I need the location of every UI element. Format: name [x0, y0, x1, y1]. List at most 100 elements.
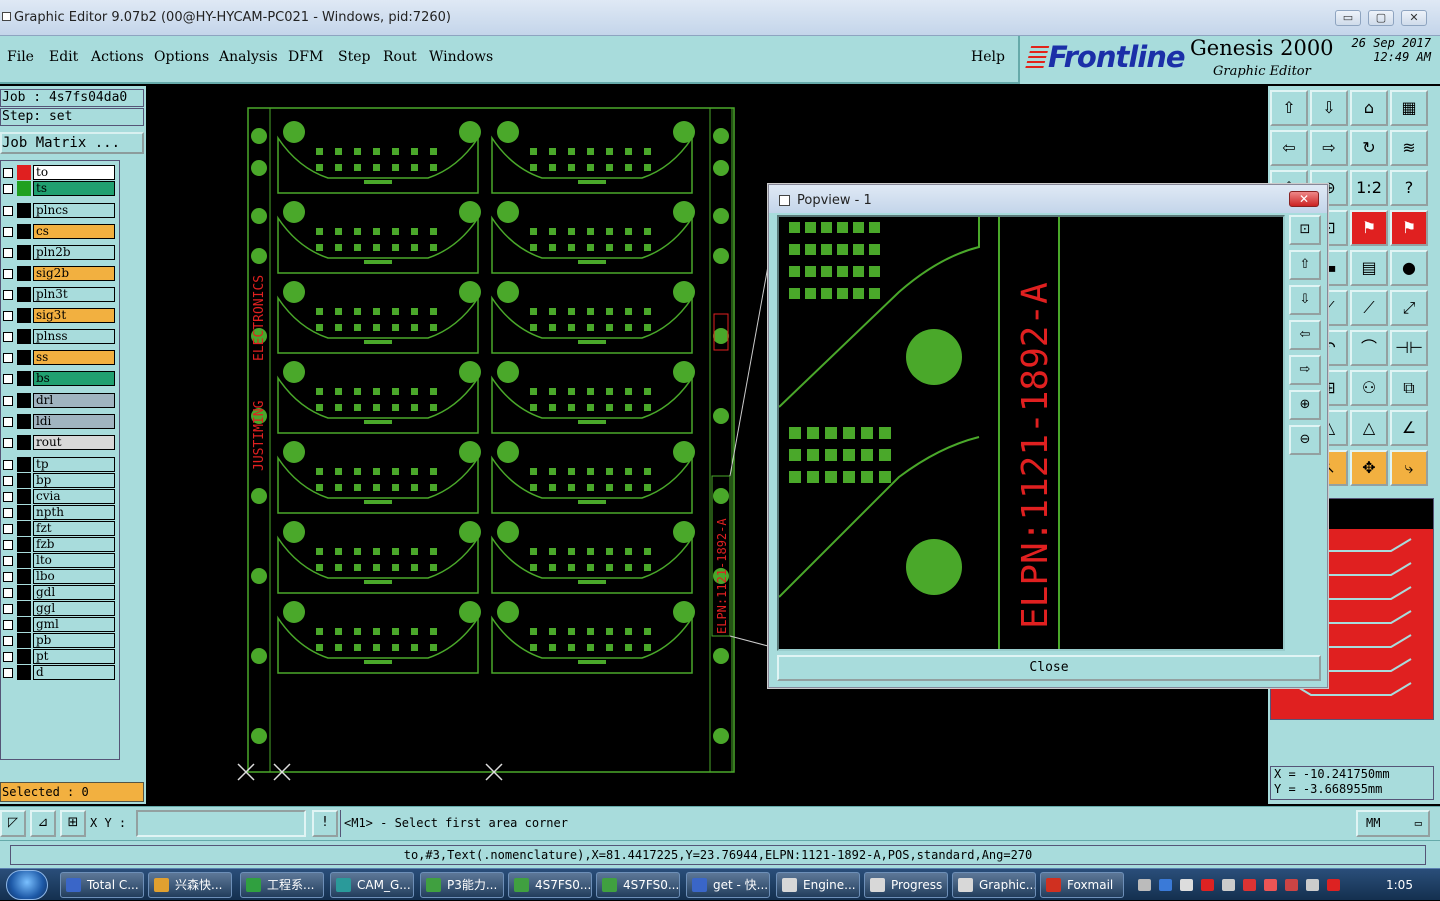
layer-checkbox[interactable] [3, 184, 13, 194]
layer-checkbox[interactable] [3, 438, 13, 448]
taskbar-item[interactable]: CAM_G... [330, 872, 414, 898]
layer-checkbox[interactable] [3, 269, 13, 279]
minimize-button[interactable]: ▭ [1335, 10, 1361, 26]
layer-row[interactable]: bs [1, 371, 119, 386]
layer-name[interactable]: ldi [33, 414, 115, 429]
layer-row[interactable]: tp [1, 457, 119, 472]
taskbar-item[interactable]: Total C... [60, 872, 144, 898]
layer-name[interactable]: gdl [33, 585, 115, 600]
layer-row[interactable]: plnss [1, 329, 119, 344]
layer-name[interactable]: pln2b [33, 245, 115, 260]
line-arrow-icon[interactable]: ⤢ [1390, 290, 1428, 326]
layer-name[interactable]: gml [33, 617, 115, 632]
grid-snap-icon[interactable]: ⊞ [60, 810, 86, 837]
taskbar-item[interactable]: Engine... [776, 872, 860, 898]
measure-blue-icon[interactable]: ⚑ [1390, 210, 1428, 246]
layer-checkbox[interactable] [3, 417, 13, 427]
pan-up-icon[interactable]: ⇧ [1270, 90, 1308, 126]
zoom-fit-icon[interactable]: ⊡ [1289, 215, 1321, 245]
layer-row[interactable]: pt [1, 649, 119, 664]
layer-name[interactable]: pb [33, 633, 115, 648]
layer-checkbox[interactable] [3, 460, 13, 470]
network-icon[interactable] [1180, 879, 1193, 891]
pan-right-icon[interactable]: ⇨ [1289, 355, 1321, 385]
layer-checkbox[interactable] [3, 168, 13, 178]
layer-checkbox[interactable] [3, 540, 13, 550]
layer-name[interactable]: tp [33, 457, 115, 472]
triangle-measure-icon[interactable]: △ [1350, 410, 1388, 446]
volume-icon[interactable] [1201, 879, 1214, 891]
menu-file[interactable]: File [7, 49, 34, 65]
close-button[interactable]: ✕ [1401, 10, 1427, 26]
antivirus-icon[interactable] [1243, 879, 1256, 891]
menu-analysis[interactable]: Analysis [219, 49, 278, 65]
taskbar-item[interactable]: 4S7FS0... [596, 872, 680, 898]
layer-row[interactable]: pln2b [1, 245, 119, 260]
speaker-icon[interactable] [1222, 879, 1235, 891]
layer-row[interactable]: bp [1, 473, 119, 488]
start-button[interactable] [6, 870, 48, 900]
layer-row[interactable]: ss [1, 350, 119, 365]
layer-name[interactable]: to [33, 165, 115, 180]
layer-name[interactable]: drl [33, 393, 115, 408]
measure-red-icon[interactable]: ⚑ [1350, 210, 1388, 246]
layer-row[interactable]: pln3t [1, 287, 119, 302]
pan-up-icon[interactable]: ⇧ [1289, 250, 1321, 280]
route-icon[interactable]: ⤷ [1390, 450, 1428, 486]
snap-icon[interactable]: ≋ [1390, 130, 1428, 166]
layer-checkbox[interactable] [3, 604, 13, 614]
layer-checkbox[interactable] [3, 492, 13, 502]
measure-icon[interactable]: ⚇ [1350, 370, 1388, 406]
home-icon[interactable]: ⌂ [1350, 90, 1388, 126]
measure-icon[interactable]: ⊿ [30, 810, 56, 837]
layer-name[interactable]: cvia [33, 489, 115, 504]
flag-icon[interactable] [1264, 879, 1277, 891]
update-icon[interactable] [1285, 879, 1298, 891]
popview-close-x-button[interactable]: ✕ [1289, 191, 1319, 207]
pan-down-icon[interactable]: ⇩ [1289, 285, 1321, 315]
layer-name[interactable]: ss [33, 350, 115, 365]
layer-checkbox[interactable] [3, 620, 13, 630]
layer-checkbox[interactable] [3, 311, 13, 321]
menu-help[interactable]: Help [971, 49, 1005, 65]
line-endpoint-icon[interactable]: ⟋ [1350, 290, 1388, 326]
taskbar-item[interactable]: Foxmail [1040, 872, 1124, 898]
layer-name[interactable]: bs [33, 371, 115, 386]
taskbar-item[interactable]: P3能力... [420, 872, 504, 898]
layer-row[interactable]: gdl [1, 585, 119, 600]
layer-row[interactable]: npth [1, 505, 119, 520]
taskbar-item[interactable]: 工程系... [240, 872, 324, 898]
pad-icon[interactable]: ● [1390, 250, 1428, 286]
layer-name[interactable]: lto [33, 553, 115, 568]
layer-checkbox[interactable] [3, 668, 13, 678]
layer-row[interactable]: to [1, 165, 119, 180]
layer-name[interactable]: bp [33, 473, 115, 488]
layer-row[interactable]: drl [1, 393, 119, 408]
layer-row[interactable]: pb [1, 633, 119, 648]
pan-left-icon[interactable]: ⇦ [1289, 320, 1321, 350]
layer-row[interactable]: ts [1, 181, 119, 196]
split-view-icon[interactable]: ▦ [1390, 90, 1428, 126]
flip-icon[interactable]: ⊣⊢ [1390, 330, 1428, 366]
pan-left-icon[interactable]: ⇦ [1270, 130, 1308, 166]
arc-icon[interactable]: ⌒ [1350, 330, 1388, 366]
maximize-button[interactable]: ▢ [1368, 10, 1394, 26]
layer-row[interactable]: rout [1, 435, 119, 450]
layer-checkbox[interactable] [3, 556, 13, 566]
pan-right-icon[interactable]: ⇨ [1310, 130, 1348, 166]
layer-name[interactable]: plnss [33, 329, 115, 344]
layer-checkbox[interactable] [3, 524, 13, 534]
zoom-box-icon[interactable]: ◸ [0, 810, 26, 837]
layer-row[interactable]: d [1, 665, 119, 680]
menu-actions[interactable]: Actions [91, 49, 144, 65]
layer-row[interactable]: plncs [1, 203, 119, 218]
units-selector[interactable]: MM ▭ [1356, 810, 1430, 837]
taskbar-item[interactable]: 兴森快... [148, 872, 232, 898]
abort-button[interactable]: ! [312, 810, 338, 837]
layer-row[interactable]: lto [1, 553, 119, 568]
layer-row[interactable]: ggl [1, 601, 119, 616]
layer-name[interactable]: pt [33, 649, 115, 664]
layer-row[interactable]: fzt [1, 521, 119, 536]
layer-name[interactable]: cs [33, 224, 115, 239]
menu-windows[interactable]: Windows [429, 49, 493, 65]
